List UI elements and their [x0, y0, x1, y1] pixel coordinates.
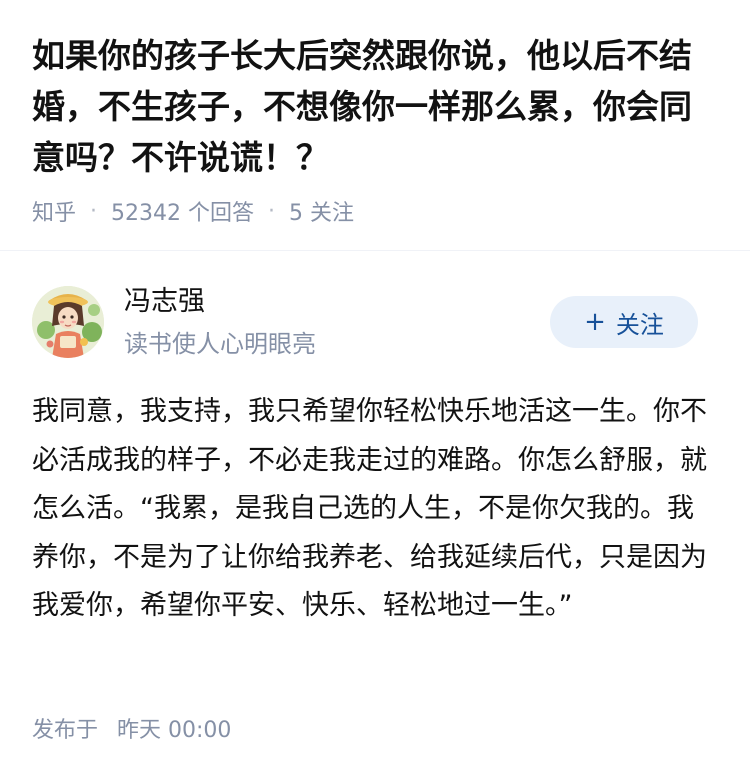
- section-divider: [0, 250, 750, 251]
- plus-icon: +: [584, 307, 606, 337]
- meta-separator: ·: [90, 198, 98, 224]
- published-info: 发布于 昨天 00:00: [32, 712, 231, 744]
- follow-button-label: 关注: [615, 310, 664, 339]
- question-meta: 知乎 · 52342 个回答 · 5 关注: [32, 195, 722, 227]
- question-header: 如果你的孩子长大后突然跟你说，他以后不结婚，不生孩子，不想像你一样那么累，你会同…: [32, 30, 722, 227]
- illustrated-girl-avatar-icon: [32, 286, 104, 358]
- author-bio: 读书使人心明眼亮: [124, 330, 316, 358]
- follow-button[interactable]: + 关注: [550, 296, 698, 348]
- source-label[interactable]: 知乎: [32, 195, 76, 227]
- avatar[interactable]: [32, 286, 104, 358]
- author-row: 冯志强 读书使人心明眼亮 + 关注: [32, 284, 698, 364]
- meta-separator: ·: [268, 198, 275, 224]
- question-title[interactable]: 如果你的孩子长大后突然跟你说，他以后不结婚，不生孩子，不想像你一样那么累，你会同…: [32, 30, 722, 183]
- answer-count[interactable]: 52342 个回答: [111, 195, 254, 227]
- published-label: 发布于: [32, 718, 99, 743]
- author-name[interactable]: 冯志强: [124, 284, 205, 320]
- published-time: 昨天 00:00: [117, 718, 232, 743]
- answer-content[interactable]: 我同意，我支持，我只希望你轻松快乐地活这一生。你不必活成我的样子，不必走我走过的…: [32, 388, 712, 631]
- follow-count: 5 关注: [289, 201, 354, 226]
